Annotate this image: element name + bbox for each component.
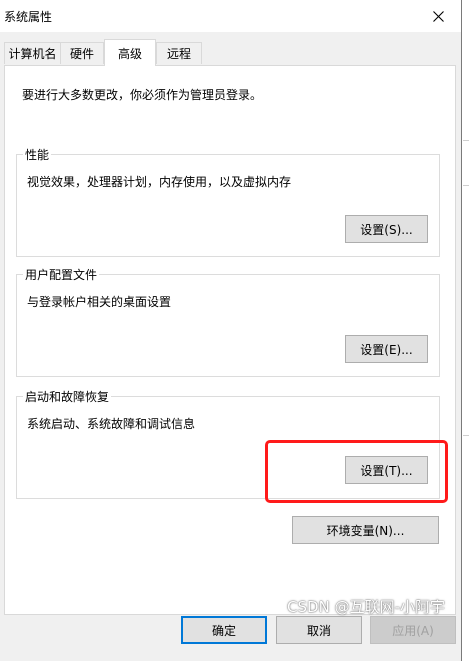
cancel-button[interactable]: 取消 [276, 616, 362, 644]
window-title: 系统属性 [4, 10, 53, 24]
tab-computer-name[interactable]: 计算机名 [4, 42, 61, 64]
tab-remote[interactable]: 远程 [156, 42, 202, 64]
performance-settings-button[interactable]: 设置(S)... [345, 215, 428, 243]
ok-button[interactable]: 确定 [181, 616, 267, 644]
edge-divider [463, 435, 469, 436]
highlight-box [265, 440, 448, 503]
admin-notice: 要进行大多数更改，你必须作为管理员登录。 [22, 88, 263, 102]
user-profiles-group: 用户配置文件 与登录帐户相关的桌面设置 设置(E)... [16, 266, 440, 377]
advanced-tab-panel: 要进行大多数更改，你必须作为管理员登录。 性能 视觉效果，处理器计划，内存使用，… [4, 65, 456, 615]
close-icon [432, 10, 444, 22]
dialog-body: 计算机名 硬件 高级 远程 要进行大多数更改，你必须作为管理员登录。 性能 视觉… [0, 32, 461, 661]
system-properties-window: 系统属性 计算机名 硬件 高级 远程 要进行大多数更改，你必须作为管理员登录。 … [0, 0, 462, 661]
group-description: 系统启动、系统故障和调试信息 [27, 417, 196, 431]
group-title: 启动和故障恢复 [23, 388, 112, 405]
tab-hardware[interactable]: 硬件 [60, 42, 104, 64]
group-title: 用户配置文件 [23, 266, 100, 283]
tab-advanced[interactable]: 高级 [104, 39, 156, 66]
title-bar[interactable]: 系统属性 [0, 0, 461, 32]
watermark: CSDN @互联网-小阿宇 [287, 598, 445, 616]
environment-variables-button[interactable]: 环境变量(N)... [292, 516, 439, 544]
edge-divider [463, 140, 469, 141]
user-profiles-settings-button[interactable]: 设置(E)... [345, 335, 428, 363]
apply-button[interactable]: 应用(A) [370, 616, 456, 644]
background-window-edge [462, 0, 469, 661]
group-title: 性能 [23, 146, 52, 163]
group-description: 与登录帐户相关的桌面设置 [27, 295, 172, 309]
performance-group: 性能 视觉效果，处理器计划，内存使用，以及虚拟内存 设置(S)... [16, 146, 440, 257]
edge-divider [463, 185, 469, 186]
close-button[interactable] [415, 0, 461, 32]
group-description: 视觉效果，处理器计划，内存使用，以及虚拟内存 [27, 175, 292, 189]
